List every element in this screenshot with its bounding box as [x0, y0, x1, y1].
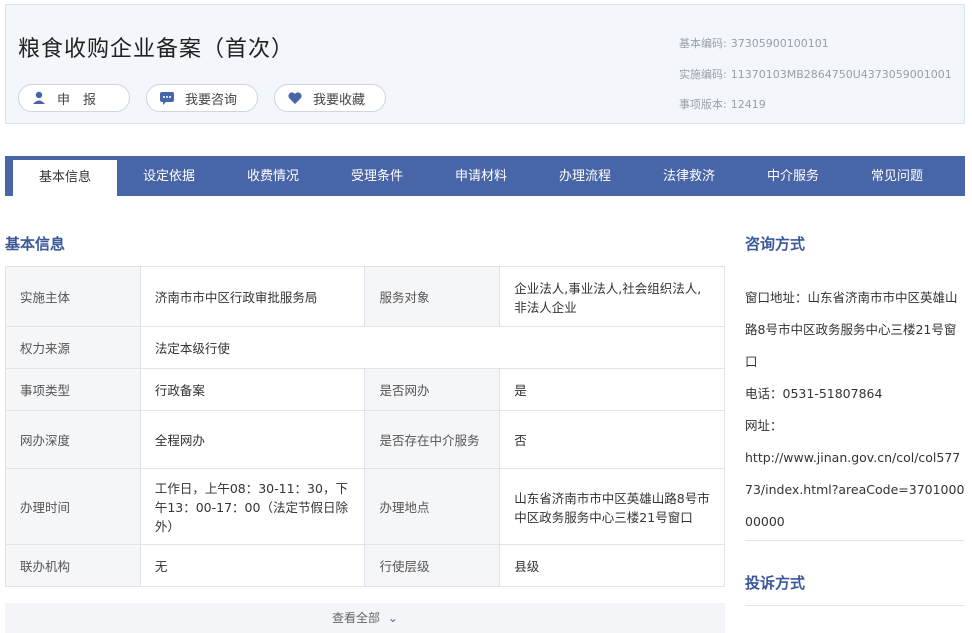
item-version: 事项版本: 12419: [679, 96, 766, 112]
field-label: 办理时间: [5, 468, 141, 545]
phone: 电话：0531-51807864: [745, 386, 883, 401]
consult-button[interactable]: 我要咨询: [146, 84, 258, 112]
complaint-heading: 投诉方式: [745, 574, 806, 592]
website-label: 网址：: [745, 418, 783, 433]
meta-label: 实施编码:: [679, 68, 727, 81]
table-row: 事项类型 行政备案 是否网办 是: [5, 368, 725, 411]
heart-icon: [288, 92, 302, 104]
meta-value: 37305900100101: [730, 37, 829, 50]
field-value: 济南市市中区行政审批服务局: [139, 266, 366, 327]
table-row: 办理时间 工作日，上午08：30-11：30，下午13：00-17：00（法定节…: [5, 468, 725, 545]
field-label: 行使层级: [364, 544, 501, 587]
meta-value: 11370103MB2864750U4373059001001: [730, 68, 952, 81]
field-value: 县级: [499, 544, 725, 587]
table-row: 实施主体 济南市市中区行政审批服务局 服务对象 企业法人,事业法人,社会组织法人…: [5, 266, 725, 327]
field-value: 工作日，上午08：30-11：30，下午13：00-17：00（法定节假日除外）: [139, 468, 366, 545]
divider: [745, 540, 965, 541]
tab-fees[interactable]: 收费情况: [221, 156, 325, 196]
window-address: 窗口地址：山东省济南市市中区英雄山路8号市中区政务服务中心三楼21号窗口: [745, 290, 958, 369]
tab-basic-info[interactable]: 基本信息: [13, 160, 117, 196]
field-label: 权力来源: [5, 326, 141, 369]
declare-label: 申 报: [57, 92, 97, 108]
consult-label: 我要咨询: [185, 92, 238, 108]
tab-legal-remedy[interactable]: 法律救济: [637, 156, 741, 196]
website-link[interactable]: http://www.jinan.gov.cn/col/col57773/ind…: [745, 442, 967, 538]
consult-info: 窗口地址：山东省济南市市中区英雄山路8号市中区政务服务中心三楼21号窗口 电话：…: [745, 282, 967, 538]
field-label: 联办机构: [5, 544, 141, 587]
tab-conditions[interactable]: 受理条件: [325, 156, 429, 196]
declare-button[interactable]: 申 报: [18, 84, 130, 112]
tab-materials[interactable]: 申请材料: [429, 156, 533, 196]
field-value: 行政备案: [139, 368, 366, 411]
tab-intermediary[interactable]: 中介服务: [741, 156, 845, 196]
user-declare-icon: [33, 91, 45, 104]
favorite-button[interactable]: 我要收藏: [274, 84, 386, 112]
meta-label: 基本编码:: [679, 37, 727, 50]
implementation-code: 实施编码: 11370103MB2864750U4373059001001: [679, 66, 952, 82]
table-row: 网办深度 全程网办 是否存在中介服务 否: [5, 410, 725, 469]
field-label: 事项类型: [5, 368, 141, 411]
favorite-label: 我要收藏: [313, 92, 366, 108]
field-label: 是否网办: [364, 368, 501, 411]
chat-icon: [160, 92, 174, 105]
field-value: 否: [499, 410, 725, 469]
field-label: 实施主体: [5, 266, 141, 327]
field-value: 法定本级行使: [139, 326, 726, 369]
field-label: 服务对象: [364, 266, 501, 327]
field-value: 山东省济南市市中区英雄山路8号市中区政务服务中心三楼21号窗口: [499, 468, 725, 545]
field-label: 网办深度: [5, 410, 141, 469]
field-value: 无: [139, 544, 366, 587]
meta-label: 事项版本:: [679, 98, 727, 111]
field-value: 是: [499, 368, 725, 411]
meta-value: 12419: [730, 98, 766, 111]
tab-process[interactable]: 办理流程: [533, 156, 637, 196]
tab-bar: 基本信息 设定依据 收费情况 受理条件 申请材料 办理流程 法律救济 中介服务 …: [5, 156, 965, 196]
base-code: 基本编码: 37305900100101: [679, 35, 829, 51]
table-row: 联办机构 无 行使层级 县级: [5, 544, 725, 587]
view-all-button[interactable]: 查看全部 ⌄: [5, 603, 725, 633]
field-label: 是否存在中介服务: [364, 410, 501, 469]
page-title: 粮食收购企业备案（首次）: [18, 37, 295, 62]
divider: [745, 605, 965, 606]
field-label: 办理地点: [364, 468, 501, 545]
consult-heading: 咨询方式: [745, 235, 806, 253]
field-value: 企业法人,事业法人,社会组织法人,非法人企业: [499, 266, 725, 327]
tab-legal-basis[interactable]: 设定依据: [117, 156, 221, 196]
basic-info-table: 实施主体 济南市市中区行政审批服务局 服务对象 企业法人,事业法人,社会组织法人…: [5, 266, 726, 587]
field-value: 全程网办: [139, 410, 366, 469]
table-row: 权力来源 法定本级行使: [5, 326, 726, 369]
basic-info-heading: 基本信息: [5, 235, 66, 253]
tab-faq[interactable]: 常见问题: [845, 156, 949, 196]
item-header: 粮食收购企业备案（首次） 申 报 我要咨询 我要收藏 基本编码: 37305900…: [5, 4, 965, 124]
